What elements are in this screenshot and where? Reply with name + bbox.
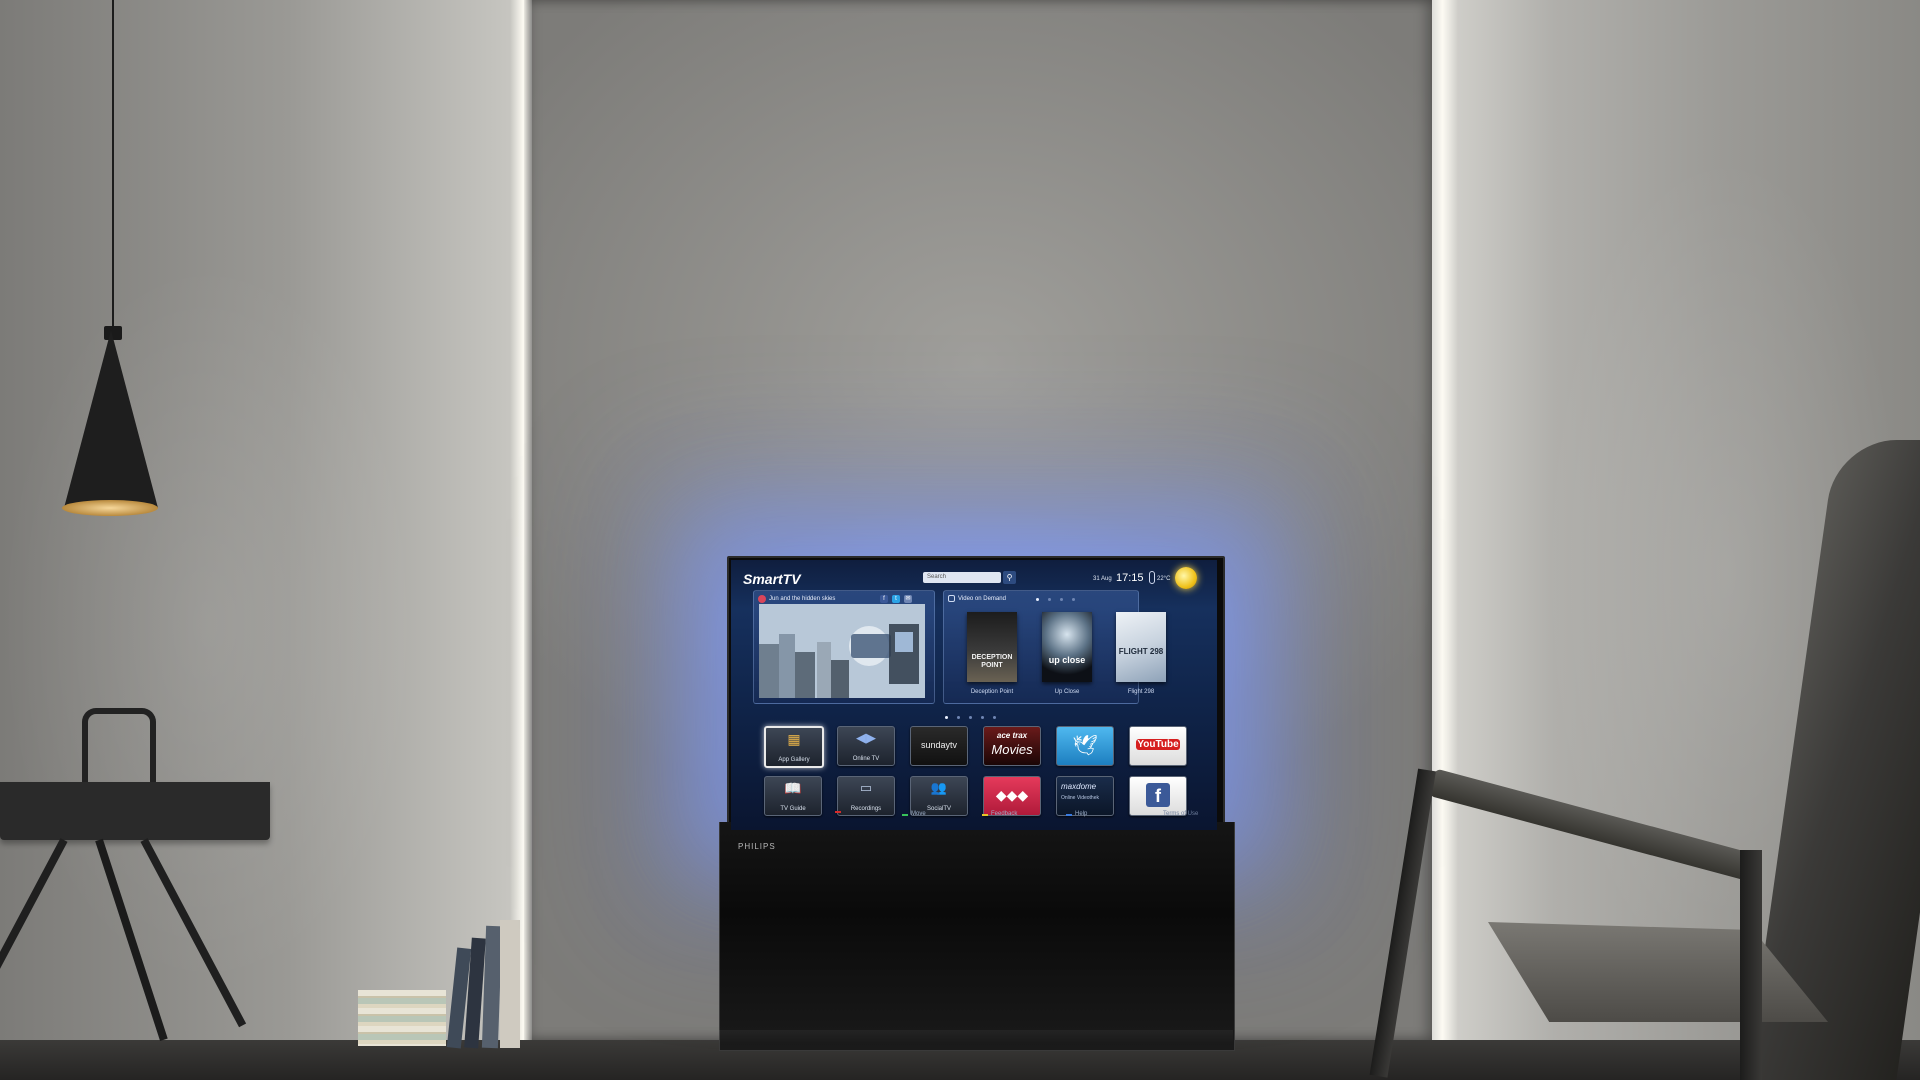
- yellow-key-indicator: [982, 814, 988, 816]
- twitter-share-icon[interactable]: t: [892, 595, 900, 603]
- pendant-lamp-shade: [64, 330, 158, 508]
- vod-poster-deception-point[interactable]: DECEPTION POINT: [967, 612, 1017, 682]
- app-tile-twitter[interactable]: 🕊: [1056, 726, 1114, 766]
- vod-icon: [948, 595, 955, 602]
- app-label: Recordings: [850, 806, 882, 812]
- featured-image[interactable]: [759, 604, 925, 698]
- poster-title: FLIGHT 298: [1118, 647, 1164, 656]
- record-icon: [758, 595, 766, 603]
- living-room-scene: PHILIPS SmartTV Search ⚲ 31 Aug 17:15 22…: [0, 0, 1920, 1080]
- app-label: Online TV: [852, 756, 880, 762]
- left-light-strip: [510, 0, 532, 1040]
- search-input[interactable]: Search: [923, 572, 1001, 583]
- clock: 17:15: [1116, 572, 1144, 584]
- hint-help-label: Help: [1075, 811, 1088, 817]
- featured-title: Jun and the hidden skies: [769, 596, 836, 602]
- app-tile-online-tv[interactable]: ◀▶ Online TV: [837, 726, 895, 766]
- home-page-dot[interactable]: [957, 716, 960, 719]
- vod-page-dot[interactable]: [1060, 598, 1063, 601]
- book-stack: [358, 990, 446, 1046]
- lamp-bulb-glow: [62, 500, 158, 516]
- app-tile-recordings[interactable]: ▭ Recordings: [837, 776, 895, 816]
- hint-move: Move: [902, 811, 926, 817]
- recordings-icon: ▭: [859, 780, 873, 795]
- side-table-tray: [0, 782, 270, 840]
- poster-caption: Deception Point: [970, 689, 1014, 695]
- tv-guide-icon: 📖: [784, 780, 802, 796]
- maxdome-subtitle: Online Videothek: [1061, 795, 1099, 801]
- temperature-label: 22°C: [1157, 576, 1171, 582]
- home-page-dot[interactable]: [981, 716, 984, 719]
- armchair-leg: [1740, 850, 1762, 1080]
- home-page-dot[interactable]: [969, 716, 972, 719]
- left-concrete-wall: [0, 0, 524, 1040]
- featured-image-art: [759, 604, 925, 698]
- app-tile-tv-guide[interactable]: 📖 TV Guide: [764, 776, 822, 816]
- home-page-dot[interactable]: [993, 716, 996, 719]
- poster-title: up close: [1048, 655, 1086, 665]
- poster-caption: Up Close: [1054, 689, 1080, 695]
- vod-title: Video on Demand: [958, 596, 1006, 602]
- app-tile-sundaytv[interactable]: sundaytv: [910, 726, 968, 766]
- tv-stand-reflection: [719, 1030, 1233, 1044]
- online-tv-icon: ◀▶: [856, 730, 876, 745]
- poster-title: DECEPTION POINT: [971, 654, 1013, 669]
- app-tile-maxdome[interactable]: maxdome Online Videothek: [1056, 776, 1114, 816]
- maxdome-logo: maxdome: [1061, 782, 1097, 791]
- app-tile-vimeo-style[interactable]: ◆◆◆: [983, 776, 1041, 816]
- vimeo-style-icon: ◆◆◆: [995, 787, 1029, 803]
- app-tile-social-tv[interactable]: 👥 SocialTV: [910, 776, 968, 816]
- app-gallery-icon: ▦: [787, 731, 801, 747]
- app-tile-app-gallery[interactable]: ▦ App Gallery: [764, 726, 824, 768]
- date-label: 31 Aug: [1093, 576, 1112, 582]
- hint-move-label: Move: [911, 811, 926, 817]
- red-key-indicator: [835, 811, 841, 813]
- tv-brand-logo: PHILIPS: [738, 842, 776, 851]
- blue-key-indicator: [1066, 814, 1072, 816]
- vod-poster-flight-298[interactable]: FLIGHT 298: [1116, 612, 1166, 682]
- thermometer-icon: [1149, 571, 1155, 584]
- hint-help: Help: [1066, 811, 1088, 817]
- app-tile-acetrax-movies[interactable]: ace trax Movies: [983, 726, 1041, 766]
- lamp-cord: [112, 0, 114, 330]
- vod-page-dot[interactable]: [1048, 598, 1051, 601]
- sundaytv-logo: sundaytv: [920, 740, 958, 750]
- vod-poster-up-close[interactable]: up close: [1042, 612, 1092, 682]
- tv-glass-stand: [719, 822, 1235, 1051]
- youtube-logo: YouTube: [1136, 739, 1180, 750]
- home-page-dot[interactable]: [945, 716, 948, 719]
- app-tile-facebook[interactable]: f: [1129, 776, 1187, 816]
- search-icon[interactable]: ⚲: [1003, 571, 1016, 584]
- social-tv-icon: 👥: [930, 780, 948, 795]
- tv-screen: SmartTV Search ⚲ 31 Aug 17:15 22°C Jun a…: [731, 560, 1217, 830]
- smarttv-title: SmartTV: [743, 571, 801, 587]
- app-label: TV Guide: [780, 806, 806, 812]
- poster-caption: Flight 298: [1127, 689, 1155, 695]
- twitter-icon: 🕊: [1072, 735, 1098, 757]
- movies-label: Movies: [991, 742, 1033, 757]
- acetrax-logo: ace trax: [996, 731, 1028, 740]
- app-tile-youtube[interactable]: YouTube: [1129, 726, 1187, 766]
- vod-page-dot[interactable]: [1036, 598, 1039, 601]
- sun-weather-icon: [1175, 567, 1197, 589]
- app-label: App Gallery: [778, 757, 810, 763]
- hint-feedback-label: Feedback: [991, 811, 1018, 817]
- terms-of-use-link[interactable]: Terms of Use: [1163, 811, 1198, 817]
- mail-share-icon[interactable]: ✉: [904, 595, 912, 603]
- facebook-share-icon[interactable]: f: [880, 595, 888, 603]
- green-key-indicator: [902, 814, 908, 816]
- hint-feedback: Feedback: [982, 811, 1018, 817]
- vod-page-dot[interactable]: [1072, 598, 1075, 601]
- facebook-icon: f: [1146, 783, 1170, 807]
- upright-book: [500, 920, 520, 1048]
- right-light-strip: [1432, 0, 1458, 1040]
